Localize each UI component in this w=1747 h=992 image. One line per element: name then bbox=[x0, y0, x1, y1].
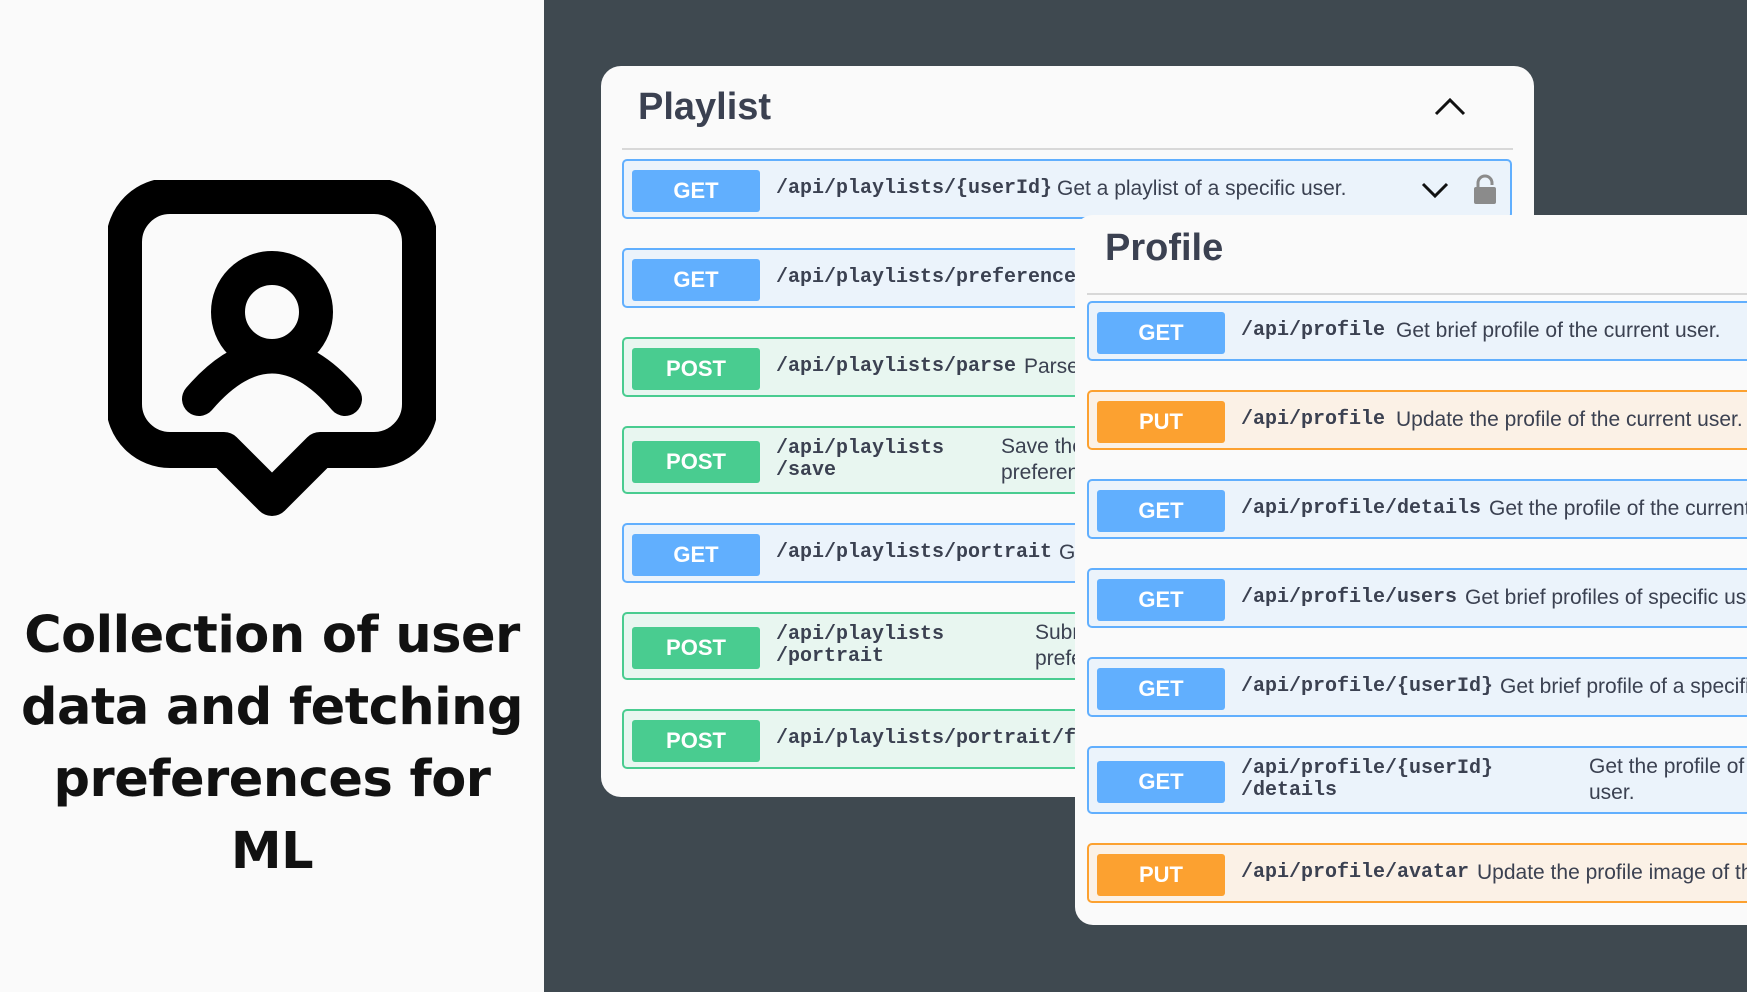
method-badge: GET bbox=[1097, 579, 1225, 621]
method-badge: POST bbox=[632, 441, 760, 483]
operation-description: Get brief profile of a specifi bbox=[1500, 675, 1747, 698]
operation-path: /api/profile/users bbox=[1241, 586, 1458, 609]
playlist-title[interactable]: Playlist bbox=[638, 86, 771, 129]
operation-path: /api/profile/{userId} bbox=[1241, 675, 1494, 698]
right-panel: Playlist GET /api/playlists/{userId} Get… bbox=[544, 0, 1747, 992]
profile-card: Profile GET /api/profile Get brief profi… bbox=[1075, 215, 1747, 925]
operation-path: /api/playlists/portrait bbox=[776, 541, 1053, 564]
chevron-down-icon[interactable] bbox=[1420, 177, 1450, 201]
operation-row[interactable]: GET /api/profile/{userId} /details Get t… bbox=[1087, 746, 1747, 814]
operation-row[interactable]: PUT /api/profile Update the profile of t… bbox=[1087, 390, 1747, 450]
operation-path: /api/playlists/parse bbox=[776, 355, 1017, 378]
operation-path: /api/profile/{userId} /details bbox=[1241, 757, 1494, 802]
operation-path: /api/profile/details bbox=[1241, 497, 1482, 520]
caption-line-2: data and fetching bbox=[21, 678, 523, 737]
operation-description: Save the preferen bbox=[1001, 435, 1084, 484]
operation-description: G bbox=[1059, 541, 1076, 564]
operation-path: /api/profile bbox=[1241, 319, 1386, 342]
method-badge: POST bbox=[632, 720, 760, 762]
method-badge: GET bbox=[1097, 312, 1225, 354]
operation-path: /api/playlists /save bbox=[776, 437, 945, 482]
operation-path: /api/playlists/portrait/fe bbox=[776, 727, 1089, 750]
user-location-icon bbox=[108, 180, 436, 516]
method-badge: PUT bbox=[1097, 854, 1225, 896]
operation-path: /api/profile bbox=[1241, 408, 1386, 431]
operation-path: /api/playlists/preferences bbox=[776, 266, 1089, 289]
method-badge: GET bbox=[1097, 490, 1225, 532]
operation-description: Get a playlist of a specific user. bbox=[1057, 177, 1347, 200]
operation-description: Get the profile of user. bbox=[1589, 755, 1745, 804]
caption-line-1: Collection of user bbox=[24, 606, 520, 665]
operation-description: Get the profile of the current bbox=[1489, 497, 1747, 520]
method-badge: POST bbox=[632, 627, 760, 669]
operation-path: /api/playlists/{userId} bbox=[776, 177, 1053, 200]
lock-icon[interactable] bbox=[1472, 173, 1498, 205]
operation-description: Update the profile of the current user. bbox=[1396, 408, 1743, 431]
method-badge: GET bbox=[632, 259, 760, 301]
title-divider bbox=[622, 148, 1513, 150]
operation-description: Get brief profiles of specific use bbox=[1465, 586, 1747, 609]
method-badge: GET bbox=[1097, 668, 1225, 710]
left-panel: Collection of user data and fetching pre… bbox=[0, 0, 544, 992]
caption: Collection of user data and fetching pre… bbox=[20, 600, 524, 888]
method-badge: GET bbox=[1097, 761, 1225, 803]
chevron-up-icon[interactable] bbox=[1432, 94, 1468, 120]
operation-description: Parse bbox=[1024, 355, 1079, 378]
operation-description: Get brief profile of the current user. bbox=[1396, 319, 1721, 342]
operation-path: /api/profile/avatar bbox=[1241, 861, 1470, 884]
operation-row[interactable]: GET /api/profile/{userId} Get brief prof… bbox=[1087, 657, 1747, 717]
method-badge: GET bbox=[632, 534, 760, 576]
method-badge: GET bbox=[632, 170, 760, 212]
method-badge: PUT bbox=[1097, 401, 1225, 443]
caption-line-3: preferences for ML bbox=[53, 750, 491, 881]
operation-row[interactable]: GET /api/playlists/{userId} Get a playli… bbox=[622, 159, 1512, 219]
profile-title[interactable]: Profile bbox=[1105, 227, 1223, 270]
operation-row[interactable]: PUT /api/profile/avatar Update the profi… bbox=[1087, 843, 1747, 903]
operation-row[interactable]: GET /api/profile Get brief profile of th… bbox=[1087, 301, 1747, 361]
title-divider bbox=[1087, 293, 1747, 295]
method-badge: POST bbox=[632, 348, 760, 390]
operation-path: /api/playlists /portrait bbox=[776, 623, 945, 668]
operation-row[interactable]: GET /api/profile/details Get the profile… bbox=[1087, 479, 1747, 539]
operation-description: Update the profile image of th bbox=[1477, 861, 1747, 884]
operation-row[interactable]: GET /api/profile/users Get brief profile… bbox=[1087, 568, 1747, 628]
